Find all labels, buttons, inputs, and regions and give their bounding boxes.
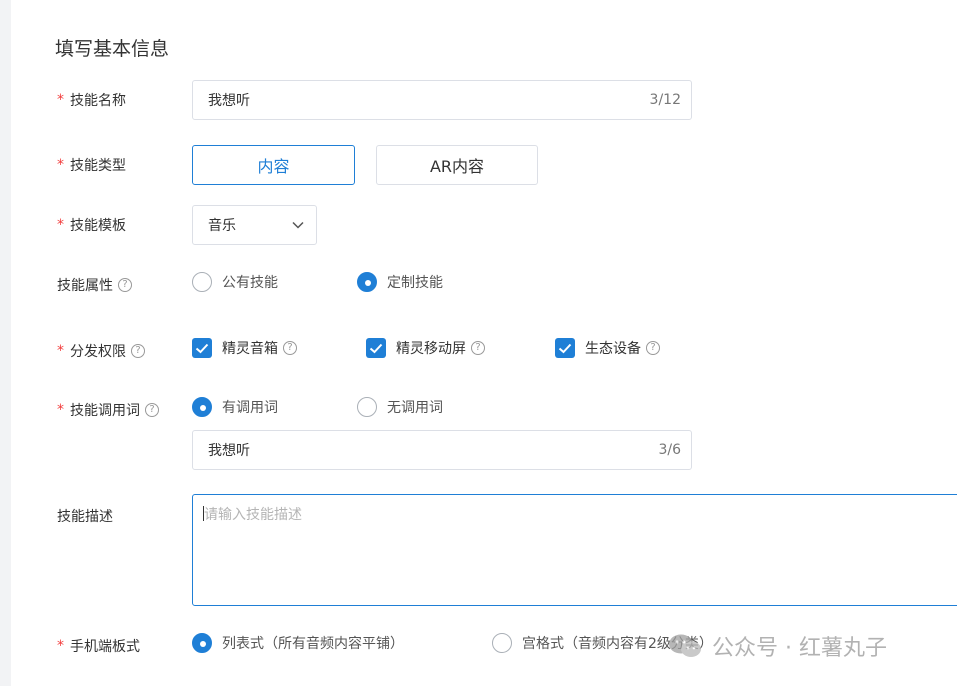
help-circle-icon[interactable]: ? (283, 341, 297, 355)
checkbox-ecosystem-devices-label: 生态设备 (585, 341, 641, 357)
distribution-label-text: 分发权限 (70, 344, 126, 360)
skill-name-value: 我想听 (208, 93, 250, 109)
check-icon (555, 338, 575, 358)
checkbox-genie-speaker[interactable]: 精灵音箱 ? (192, 338, 297, 358)
skill-type-ar-content-button[interactable]: AR内容 (376, 145, 538, 185)
radio-circle-icon (192, 272, 212, 292)
mobile-template-label-text: 手机端板式 (70, 639, 140, 655)
skill-template-label: * 技能模板 (57, 215, 126, 235)
distribution-label: * 分发权限 ? (57, 341, 145, 361)
radio-no-invoke-word[interactable]: 无调用词 (357, 397, 443, 417)
description-label-text: 技能描述 (57, 509, 113, 525)
skill-attribute-label-text: 技能属性 (57, 278, 113, 294)
invoke-word-label-text: 技能调用词 (70, 403, 140, 419)
watermark-text: 公众号 · 红薯丸子 (712, 636, 887, 661)
radio-list-layout-label: 列表式（所有音频内容平铺） (222, 636, 404, 652)
invoke-word-input[interactable]: 我想听 3/6 (192, 430, 692, 470)
invoke-word-value: 我想听 (208, 443, 250, 459)
radio-public-skill[interactable]: 公有技能 (192, 272, 278, 292)
radio-circle-icon (357, 397, 377, 417)
invoke-word-counter: 3/6 (658, 442, 681, 458)
checkbox-genie-speaker-label: 精灵音箱 (222, 341, 278, 357)
section-title: 填写基本信息 (55, 38, 170, 60)
required-mark: * (57, 157, 64, 173)
wechat-logo-icon (669, 634, 701, 657)
radio-has-invoke-word[interactable]: 有调用词 (192, 397, 278, 417)
radio-circle-icon (492, 633, 512, 653)
description-textarea[interactable]: 请输入技能描述 (192, 494, 957, 606)
required-mark: * (57, 638, 64, 654)
radio-has-invoke-word-label: 有调用词 (222, 400, 278, 416)
check-icon (366, 338, 386, 358)
required-mark: * (57, 343, 64, 359)
radio-selected-icon (192, 397, 212, 417)
required-mark: * (57, 217, 64, 233)
skill-type-label-text: 技能类型 (70, 158, 126, 174)
skill-name-label: * 技能名称 (57, 90, 126, 110)
skill-template-select[interactable]: 音乐 (192, 205, 317, 245)
checkbox-genie-mobile-screen[interactable]: 精灵移动屏 ? (366, 338, 485, 358)
help-circle-icon[interactable]: ? (471, 341, 485, 355)
invoke-word-label: * 技能调用词 ? (57, 400, 159, 420)
chevron-down-icon (292, 221, 304, 229)
radio-selected-icon (192, 633, 212, 653)
required-mark: * (57, 402, 64, 418)
skill-name-counter: 3/12 (649, 92, 681, 108)
description-label: 技能描述 (57, 506, 113, 526)
skill-template-value: 音乐 (208, 218, 236, 234)
radio-selected-icon (357, 272, 377, 292)
help-circle-icon[interactable]: ? (646, 341, 660, 355)
watermark: 公众号 · 红薯丸子 (668, 630, 887, 662)
radio-public-skill-label: 公有技能 (222, 275, 278, 291)
help-circle-icon[interactable]: ? (131, 344, 145, 358)
required-mark: * (57, 92, 64, 108)
checkbox-ecosystem-devices[interactable]: 生态设备 ? (555, 338, 660, 358)
skill-attribute-label: 技能属性 ? (57, 275, 132, 295)
radio-custom-skill[interactable]: 定制技能 (357, 272, 443, 292)
skill-name-input[interactable]: 我想听 3/12 (192, 80, 692, 120)
checkbox-genie-mobile-screen-label: 精灵移动屏 (396, 341, 466, 357)
radio-list-layout[interactable]: 列表式（所有音频内容平铺） (192, 633, 404, 653)
description-placeholder: 请输入技能描述 (204, 507, 302, 523)
radio-custom-skill-label: 定制技能 (387, 275, 443, 291)
check-icon (192, 338, 212, 358)
radio-no-invoke-word-label: 无调用词 (387, 400, 443, 416)
skill-template-label-text: 技能模板 (70, 218, 126, 234)
help-circle-icon[interactable]: ? (118, 278, 132, 292)
left-panel-edge (0, 0, 11, 686)
mobile-template-label: * 手机端板式 (57, 636, 140, 656)
skill-name-label-text: 技能名称 (70, 93, 126, 109)
skill-type-content-button[interactable]: 内容 (192, 145, 355, 185)
help-circle-icon[interactable]: ? (145, 403, 159, 417)
skill-type-label: * 技能类型 (57, 155, 126, 175)
